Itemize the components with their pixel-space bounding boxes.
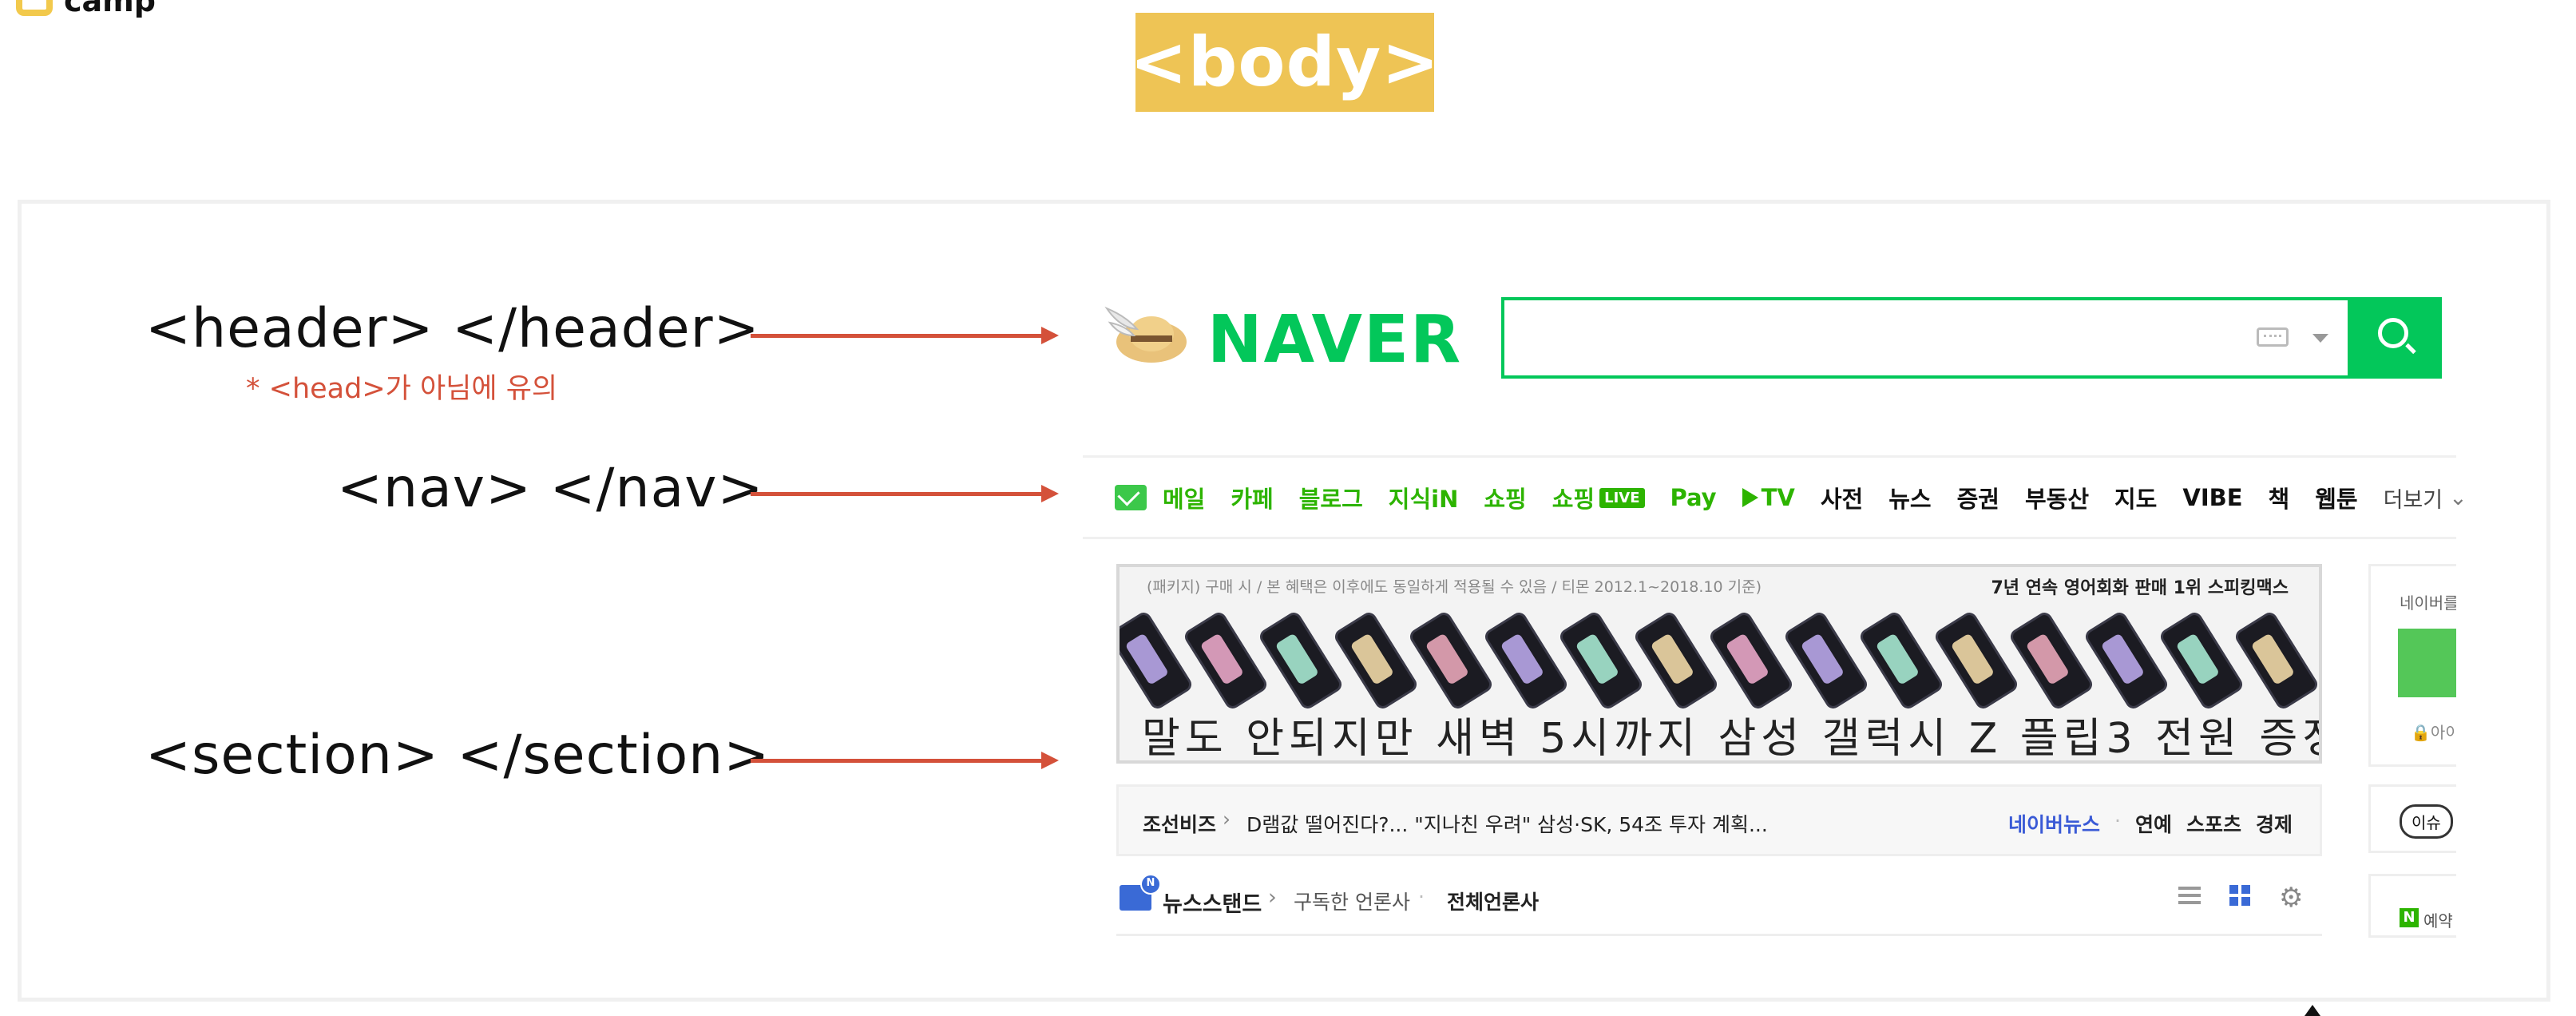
- newsstand-all[interactable]: 전체언론사: [1447, 887, 1539, 915]
- login-card[interactable]: 네이버를 🔒아이: [2368, 564, 2456, 767]
- header-note: * <head>가 아님에 유의: [246, 373, 558, 405]
- nav-item-shopping-live[interactable]: 쇼핑 LIVE: [1552, 481, 1645, 514]
- brand-logo-text: camp: [64, 0, 156, 18]
- phone-image: [2083, 609, 2170, 712]
- mail-icon[interactable]: [1115, 485, 1147, 510]
- phone-image: [1482, 609, 1570, 712]
- play-icon: [1742, 488, 1758, 507]
- phone-image: [1407, 609, 1495, 712]
- phone-image: [2007, 609, 2095, 712]
- newsstand-title[interactable]: 뉴스스탠드: [1163, 887, 1262, 918]
- ticker-link-entertainment[interactable]: 연예: [2135, 809, 2172, 838]
- login-button[interactable]: [2398, 629, 2456, 697]
- nav-item-dictionary[interactable]: 사전: [1821, 481, 1863, 514]
- ad-banner[interactable]: (패키지) 구매 시 / 본 혜택은 이후에도 동일하게 적용될 수 있음 / …: [1116, 564, 2322, 764]
- nav-item-map[interactable]: 지도: [2114, 481, 2157, 514]
- section-arrow: [751, 752, 1059, 769]
- newsstand-subscribed[interactable]: 구독한 언론사: [1294, 887, 1410, 915]
- ticker-source[interactable]: 조선비즈: [1143, 809, 1216, 838]
- gear-icon[interactable]: ⚙: [2279, 882, 2303, 914]
- phone-image: [1857, 609, 1945, 712]
- header-arrow: [751, 327, 1059, 344]
- chevron-down-icon: ⌄: [2449, 485, 2467, 510]
- ticker-headline[interactable]: D램값 떨어진다?... "지나친 우려" 삼성·SK, 54조 투자 계획..…: [1246, 809, 1768, 838]
- login-card-title: 네이버를: [2400, 593, 2456, 613]
- nav-top-divider: [1083, 455, 2456, 458]
- nav-more-label: 더보기: [2383, 487, 2443, 513]
- search-icon-handle: [2405, 343, 2416, 355]
- naver-nav-bar: 메일 카페 블로그 지식iN 쇼핑 쇼핑 LIVE Pay TV 사전 뉴스 증권…: [1115, 479, 2493, 516]
- phone-image: [1782, 609, 1870, 712]
- ticker-link-economy[interactable]: 경제: [2256, 809, 2293, 838]
- phone-image: [2158, 609, 2245, 712]
- phone-image: [1332, 609, 1420, 712]
- shopping-live-label: 쇼핑: [1552, 486, 1595, 513]
- ticker-links: 네이버뉴스 · 연예 스포츠 경제: [2008, 809, 2293, 838]
- nav-item-shopping[interactable]: 쇼핑: [1484, 481, 1526, 514]
- nav-item-kin[interactable]: 지식iN: [1389, 481, 1459, 514]
- search-icon: [2378, 318, 2408, 348]
- nav-bottom-divider: [1083, 537, 2456, 539]
- nav-item-pay[interactable]: Pay: [1670, 484, 1717, 511]
- ticker-link-navernews[interactable]: 네이버뉴스: [2008, 809, 2100, 838]
- nav-item-book[interactable]: 책: [2269, 481, 2290, 514]
- newsstand-dot-separator: ·: [1418, 885, 1425, 908]
- phone-image: [1932, 609, 2020, 712]
- newsstand-icon: N: [1120, 874, 1161, 911]
- brand-logo: camp: [16, 0, 156, 16]
- nav-tag-label: <nav> </nav>: [337, 457, 764, 520]
- phone-image: [1120, 609, 1195, 712]
- nav-item-tv[interactable]: TV: [1742, 484, 1795, 511]
- issue-card: 이슈: [2368, 784, 2456, 853]
- nav-item-vibe[interactable]: VIBE: [2182, 484, 2242, 511]
- new-badge: N: [1140, 874, 1161, 895]
- issue-pill[interactable]: 이슈: [2400, 804, 2453, 839]
- phone-image: [1182, 609, 1270, 712]
- phone-image: [1557, 609, 1645, 712]
- ticker-link-sports[interactable]: 스포츠: [2186, 809, 2241, 838]
- phone-image: [1707, 609, 1795, 712]
- header-tag-label: <header> </header>: [145, 297, 760, 360]
- phone-image: [2233, 609, 2319, 712]
- nav-item-mail[interactable]: 메일: [1163, 481, 1205, 514]
- nav-arrow: [751, 485, 1059, 502]
- search-button[interactable]: [2351, 297, 2442, 379]
- brace-logo-icon: [16, 0, 53, 16]
- n-logo-icon: N: [2400, 908, 2419, 927]
- nav-more-button[interactable]: 더보기 ⌄: [2384, 482, 2467, 514]
- phone-image: [1257, 609, 1345, 712]
- chevron-right-icon: ›: [1223, 808, 1231, 831]
- newsstand-bar: N 뉴스스탠드 › 구독한 언론사 · 전체언론사 ⚙: [1116, 874, 2322, 936]
- live-badge: LIVE: [1599, 487, 1645, 508]
- n-card: N 예약: [2368, 874, 2456, 938]
- chevron-down-icon[interactable]: [2312, 334, 2328, 343]
- nav-item-realestate[interactable]: 부동산: [2025, 481, 2089, 514]
- news-ticker: 조선비즈 › D램값 떨어진다?... "지나친 우려" 삼성·SK, 54조 …: [1116, 784, 2322, 856]
- naver-hat-icon: [1104, 306, 1187, 363]
- section-tag-label: <section> </section>: [145, 724, 771, 787]
- lock-label: 🔒아이: [2411, 720, 2456, 743]
- nav-item-news[interactable]: 뉴스: [1888, 481, 1931, 514]
- lock-icon: 🔒: [2411, 723, 2431, 742]
- nav-item-cafe[interactable]: 카페: [1231, 481, 1273, 514]
- nav-item-blog[interactable]: 블로그: [1299, 481, 1363, 514]
- tv-label: TV: [1761, 484, 1795, 511]
- ticker-dot-separator: ·: [2114, 809, 2121, 832]
- lock-text: 아이: [2430, 723, 2456, 742]
- banner-promo: 7년 연속 영어회화 판매 1위 스피킹맥스: [1991, 578, 2289, 598]
- naver-logo[interactable]: NAVER: [1207, 302, 1462, 378]
- phone-image: [1632, 609, 1720, 712]
- nav-item-stock[interactable]: 증권: [1957, 481, 1999, 514]
- keyboard-icon[interactable]: [2257, 327, 2289, 347]
- list-view-icon[interactable]: [2178, 887, 2201, 904]
- grid-view-icon[interactable]: [2229, 885, 2250, 906]
- body-tag-badge: <body>: [1130, 13, 1439, 112]
- nav-item-webtoon[interactable]: 웹툰: [2315, 481, 2357, 514]
- n-card-text: 예약: [2423, 911, 2453, 931]
- banner-fine-print: (패키지) 구매 시 / 본 혜택은 이후에도 동일하게 적용될 수 있음 / …: [1147, 578, 1762, 596]
- banner-phone-row: [1120, 602, 2319, 712]
- banner-headline: 말도 안되지만 새벽 5시까지 삼성 갤럭시 Z 플립3 전원 증정: [1142, 715, 2322, 763]
- naver-search-input[interactable]: [1501, 297, 2351, 379]
- chevron-right-icon: ›: [1268, 885, 1277, 910]
